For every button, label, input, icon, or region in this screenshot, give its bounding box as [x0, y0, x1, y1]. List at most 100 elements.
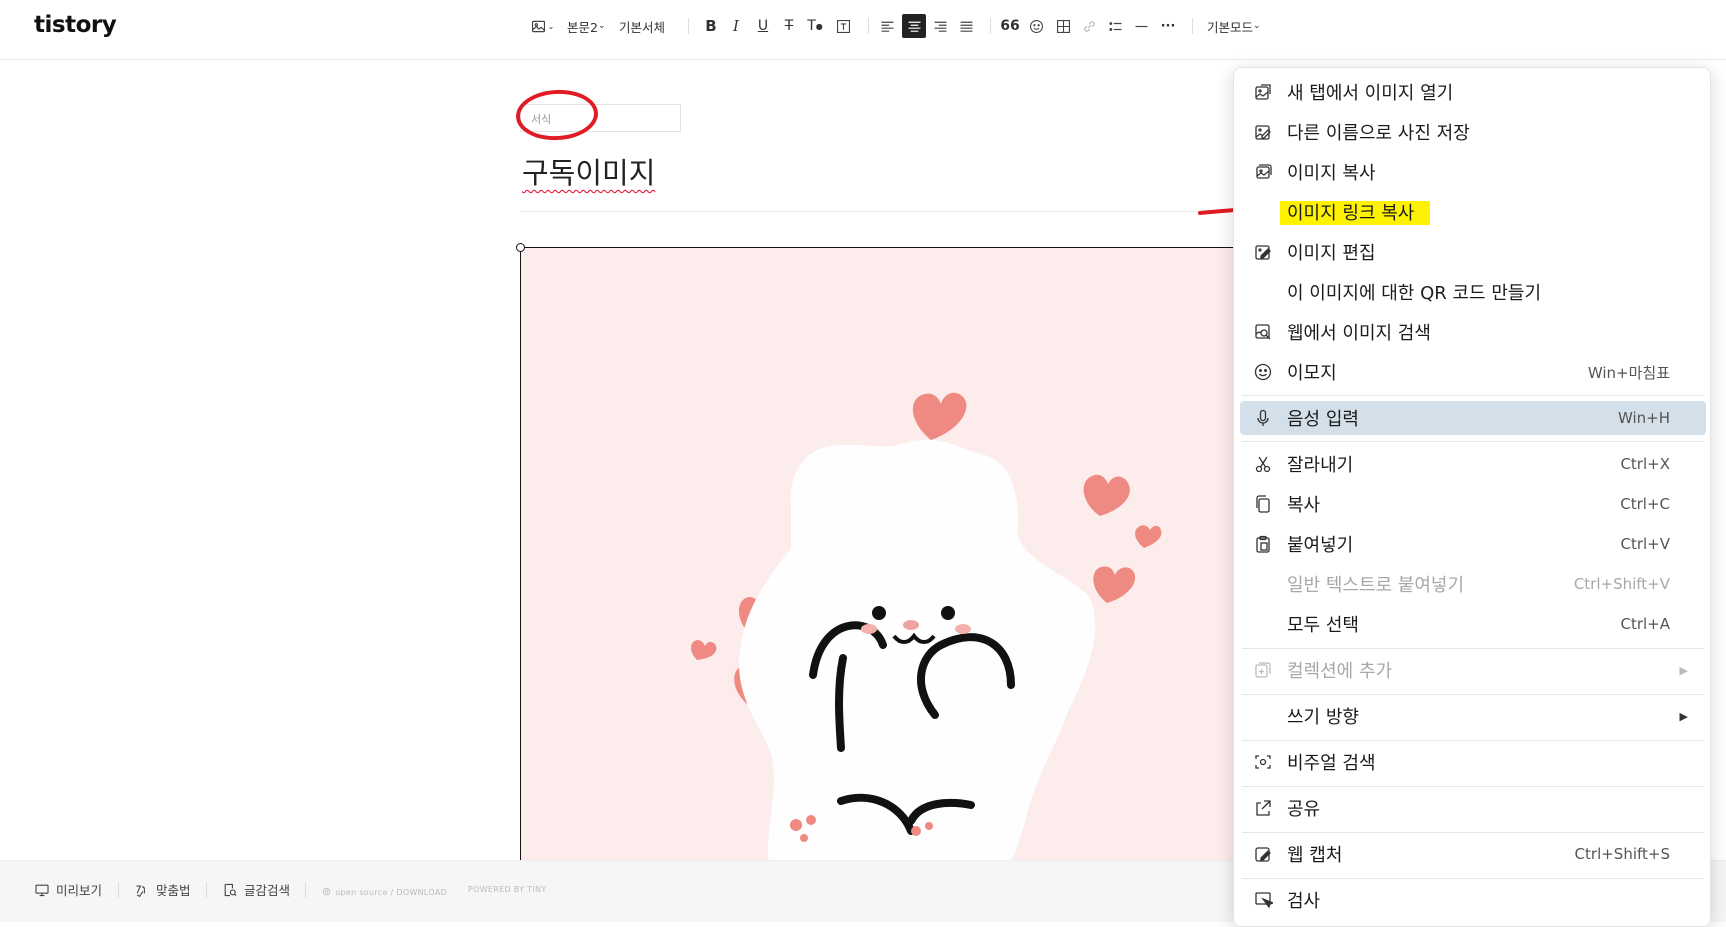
- menu-item-visual-search[interactable]: 비주얼 검색: [1234, 744, 1712, 780]
- spellcheck-label: 맞춤법: [156, 883, 191, 898]
- font-label: 기본서체: [619, 19, 666, 35]
- editor-mode-label: 기본모드: [1207, 19, 1254, 35]
- menu-item-copy[interactable]: 복사 Ctrl+C: [1234, 486, 1712, 522]
- horizontal-line-button[interactable]: [1130, 14, 1152, 38]
- edit-image-icon: [1252, 241, 1274, 263]
- menu-item-label: 이미지 복사: [1287, 163, 1376, 184]
- paragraph-style-select[interactable]: 본문2 ⌄: [567, 14, 606, 38]
- menu-item-label: 이모지: [1287, 363, 1337, 384]
- emoticon-button[interactable]: [1025, 14, 1047, 38]
- bullet-list-button[interactable]: [1104, 14, 1126, 38]
- image-icon: [531, 20, 545, 32]
- preview-button[interactable]: 미리보기: [34, 880, 102, 899]
- menu-item-copy-image-link[interactable]: 이미지 링크 복사: [1234, 194, 1712, 230]
- menu-item-label: 새 탭에서 이미지 열기: [1287, 83, 1454, 104]
- menu-item-select-all[interactable]: 모두 선택 Ctrl+A: [1234, 606, 1712, 642]
- annotation-circle: [514, 87, 600, 143]
- title-divider: [520, 211, 1230, 212]
- open-source-link[interactable]: ⊚ open source / DOWNLOAD: [322, 885, 447, 898]
- chevron-down-icon: ⌄: [1253, 21, 1261, 31]
- monitor-icon: [35, 884, 49, 896]
- paragraph-style-label: 본문2: [567, 19, 598, 35]
- context-menu: 새 탭에서 이미지 열기 다른 이름으로 사진 저장 이미지 복사 이미지 링크…: [1233, 67, 1711, 927]
- bold-button[interactable]: B: [700, 14, 722, 38]
- table-icon: [1056, 19, 1070, 33]
- open-image-new-tab-icon: [1252, 81, 1274, 103]
- text-box-icon: [836, 19, 850, 33]
- material-search-label: 글감검색: [244, 883, 291, 898]
- menu-item-voice-input[interactable]: 음성 입력 Win+H: [1234, 400, 1712, 436]
- menu-item-add-to-collection: 컬렉션에 추가 ▶: [1234, 652, 1712, 688]
- menu-item-web-capture[interactable]: 웹 캡처 Ctrl+Shift+S: [1234, 836, 1712, 872]
- post-image[interactable]: [520, 247, 1240, 867]
- menu-divider: [1242, 878, 1704, 879]
- powered-by-tiny: POWERED BY TINY: [468, 885, 547, 894]
- font-select[interactable]: 기본서체: [619, 14, 665, 38]
- insert-image-button[interactable]: ⌄: [527, 14, 557, 38]
- menu-item-open-image-new-tab[interactable]: 새 탭에서 이미지 열기: [1234, 74, 1712, 110]
- bottom-divider: [305, 882, 306, 898]
- strikethrough-button[interactable]: T: [778, 14, 800, 38]
- menu-item-search-image-web[interactable]: 웹에서 이미지 검색: [1234, 314, 1712, 350]
- menu-item-inspect[interactable]: 검사: [1234, 882, 1712, 918]
- document-search-icon: [224, 883, 237, 896]
- more-button[interactable]: ···: [1157, 14, 1179, 38]
- emoji-icon: [1252, 361, 1274, 383]
- link-button[interactable]: [1078, 14, 1100, 38]
- add-to-collection-icon: [1252, 659, 1274, 681]
- microphone-icon: [1252, 407, 1274, 429]
- preview-label: 미리보기: [56, 883, 103, 898]
- align-right-icon: [934, 21, 946, 32]
- editor-mode-select[interactable]: 기본모드 ⌄: [1207, 14, 1261, 38]
- tistory-logo[interactable]: tistory: [34, 12, 117, 38]
- menu-item-save-image-as[interactable]: 다른 이름으로 사진 저장: [1234, 114, 1712, 150]
- align-left-icon: [881, 21, 893, 32]
- cat-illustration: [691, 392, 1162, 867]
- menu-item-copy-image[interactable]: 이미지 복사: [1234, 154, 1712, 190]
- menu-divider: [1242, 694, 1704, 695]
- spellcheck-button[interactable]: 맞춤법: [134, 880, 191, 899]
- menu-item-edit-image[interactable]: 이미지 편집: [1234, 234, 1712, 270]
- align-center-button[interactable]: [902, 14, 926, 38]
- menu-item-label: 쓰기 방향: [1287, 707, 1359, 728]
- cat-nose: [903, 620, 919, 630]
- menu-item-shortcut: Ctrl+Shift+S: [1574, 845, 1670, 863]
- align-left-button[interactable]: [876, 14, 898, 38]
- align-center-icon: [908, 21, 920, 32]
- link-icon: [1083, 20, 1095, 32]
- post-title[interactable]: 구독이미지: [522, 150, 655, 192]
- menu-item-label: 이미지 링크 복사: [1287, 203, 1415, 224]
- material-search-button[interactable]: 글감검색: [222, 880, 290, 899]
- menu-item-emoji[interactable]: 이모지 Win+마침표: [1234, 354, 1712, 390]
- menu-item-shortcut: Win+마침표: [1587, 363, 1670, 382]
- menu-item-paste[interactable]: 붙여넣기 Ctrl+V: [1234, 526, 1712, 562]
- align-justify-button[interactable]: [955, 14, 977, 38]
- copy-image-icon: [1252, 161, 1274, 183]
- menu-item-writing-direction[interactable]: 쓰기 방향 ▶: [1234, 698, 1712, 734]
- menu-item-create-qr-code[interactable]: 이 이미지에 대한 QR 코드 만들기: [1234, 274, 1712, 310]
- menu-item-share[interactable]: 공유: [1234, 790, 1712, 826]
- open-source-label: open source / DOWNLOAD: [335, 888, 448, 897]
- italic-button[interactable]: I: [725, 14, 747, 38]
- table-button[interactable]: [1052, 14, 1074, 38]
- menu-item-cut[interactable]: 잘라내기 Ctrl+X: [1234, 446, 1712, 482]
- menu-item-shortcut: Ctrl+A: [1620, 615, 1670, 633]
- menu-item-label: 복사: [1287, 495, 1321, 516]
- chevron-down-icon: ⌄: [547, 21, 555, 31]
- text-background-button[interactable]: [832, 14, 854, 38]
- align-right-button[interactable]: [929, 14, 951, 38]
- underline-button[interactable]: U: [752, 14, 774, 38]
- editor-toolbar: tistory ⌄ 본문2 ⌄ 기본서체 B I U T T ● 66 ··· 기: [0, 0, 1726, 60]
- submenu-arrow-icon: ▶: [1679, 663, 1688, 677]
- menu-item-label: 이 이미지에 대한 QR 코드 만들기: [1287, 283, 1542, 304]
- menu-item-label: 웹 캡처: [1287, 845, 1343, 866]
- menu-item-shortcut: Ctrl+C: [1620, 495, 1670, 513]
- quote-button[interactable]: 66: [999, 14, 1021, 38]
- toolbar-divider: [688, 18, 689, 34]
- menu-divider: [1242, 441, 1704, 442]
- image-resize-handle[interactable]: [516, 243, 525, 252]
- menu-divider: [1242, 786, 1704, 787]
- text-color-button[interactable]: T ●: [804, 14, 826, 38]
- menu-item-label: 붙여넣기: [1287, 535, 1354, 556]
- paste-icon: [1252, 533, 1274, 555]
